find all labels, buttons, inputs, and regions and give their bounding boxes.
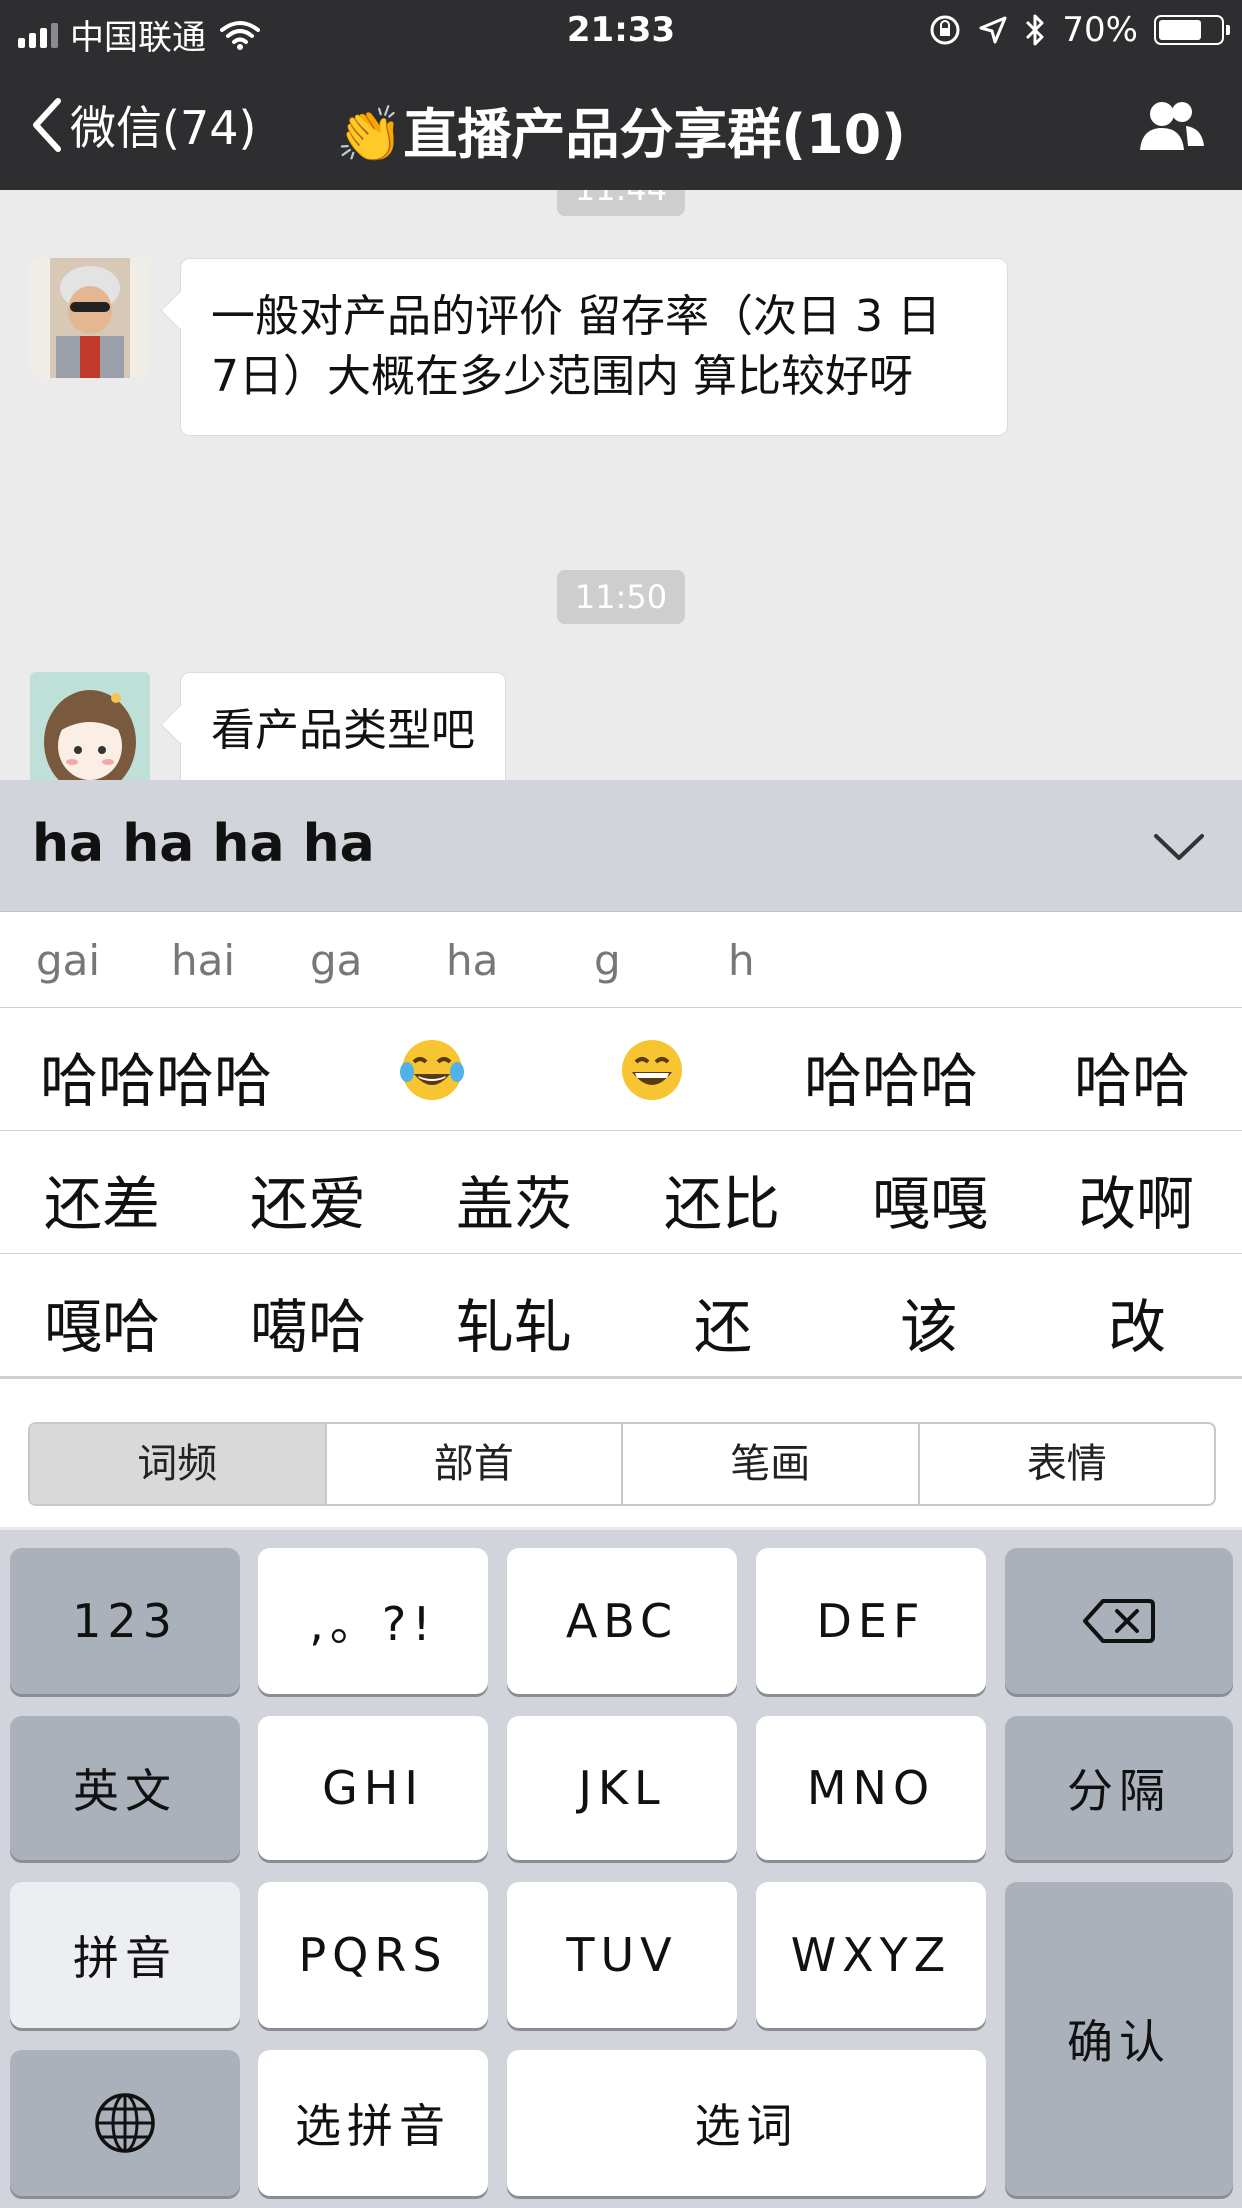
pinyin-option[interactable]: hai [171,936,235,985]
candidate-row: 哈哈哈哈 哈哈哈 哈哈 [0,1008,1242,1131]
candidate[interactable]: 还比 [664,1157,780,1241]
candidate[interactable]: 噶哈 [250,1280,366,1364]
candidate[interactable]: 盖茨 [456,1157,572,1241]
header: 中国联通 21:33 70% 微信(74) 👏直播产品分享群(10) [0,0,1242,190]
keyboard: 123 ,。?! ABC DEF 英文 GHI JKL MNO 分隔 拼音 PQ… [0,1530,1242,2208]
candidate[interactable]: 改啊 [1078,1157,1194,1241]
key-123[interactable]: 123 [10,1548,240,1694]
chat-area[interactable]: 11:44 一般对产品的评价 留存率（次日 3 日 7日）大概在多少范围内 算比… [0,190,1242,780]
key-punctuation[interactable]: ,。?! [258,1548,488,1694]
tab-emoji[interactable]: 表情 [920,1424,1215,1504]
message-bubble[interactable]: 看产品类型吧 [180,672,506,780]
avatar-image [30,672,150,780]
candidate-row: 嘎哈 噶哈 轧轧 还 该 改 [0,1254,1242,1377]
key-wxyz[interactable]: WXYZ [756,1882,986,2028]
candidate[interactable]: 还 [694,1280,752,1364]
globe-icon [95,2093,155,2153]
candidate-emoji-grin[interactable] [618,1036,686,1118]
timestamp: 11:44 [556,190,686,216]
orientation-lock-icon [930,15,960,45]
candidate[interactable]: 还爱 [250,1157,366,1241]
avatar-image [30,258,150,378]
tears-of-joy-icon [400,1040,464,1100]
tab-radical[interactable]: 部首 [327,1424,623,1504]
candidate[interactable]: 哈哈哈哈 [40,1034,272,1118]
pinyin-option[interactable]: h [728,936,755,985]
tab-frequency[interactable]: 词频 [30,1424,327,1504]
status-right: 70% [928,10,1230,50]
avatar[interactable] [30,258,150,378]
key-def[interactable]: DEF [756,1548,986,1694]
pinyin-option[interactable]: ha [446,936,498,985]
key-tuv[interactable]: TUV [507,1882,737,2028]
tab-stroke[interactable]: 笔画 [623,1424,920,1504]
avatar[interactable] [30,672,150,780]
key-separator[interactable]: 分隔 [1005,1716,1233,1860]
key-abc[interactable]: ABC [507,1548,737,1694]
chat-title: 👏直播产品分享群(10) [336,103,906,166]
candidate-emoji-laugh-tears[interactable] [398,1036,466,1118]
candidate[interactable]: 该 [900,1280,958,1364]
key-pqrs[interactable]: PQRS [258,1882,488,2028]
battery-percent: 70% [1062,10,1138,50]
key-confirm[interactable]: 确认 [1005,1882,1233,2196]
key-backspace[interactable] [1005,1548,1233,1694]
ime-composing-bar: ha ha ha ha [0,780,1242,912]
candidate[interactable]: 还差 [44,1157,160,1241]
status-bar: 中国联通 21:33 70% [0,0,1242,62]
candidate[interactable]: 改 [1108,1280,1166,1364]
key-mno[interactable]: MNO [756,1716,986,1860]
timestamp: 11:50 [556,570,686,624]
candidate[interactable]: 嘎哈 [44,1280,160,1364]
location-arrow-icon [979,16,1007,44]
composing-text: ha ha ha ha [32,814,375,874]
grinning-face-icon [622,1040,682,1100]
key-select-pinyin[interactable]: 选拼音 [258,2050,488,2196]
candidate-row: 还差 还爱 盖茨 还比 嘎嘎 改啊 [0,1131,1242,1254]
backspace-icon [1083,1599,1155,1643]
key-select-word[interactable]: 选词 [507,2050,986,2196]
chevron-down-icon[interactable] [1152,820,1206,874]
candidate[interactable]: 哈哈 [1074,1034,1190,1118]
candidate-sort-tabs: 词频 部首 笔画 表情 [28,1422,1216,1506]
candidate[interactable]: 嘎嘎 [872,1157,988,1241]
bluetooth-icon [1026,14,1044,46]
key-globe[interactable] [10,2050,240,2196]
candidate[interactable]: 哈哈哈 [804,1034,978,1118]
battery-icon [1154,15,1230,45]
key-pinyin[interactable]: 拼音 [10,1882,240,2028]
pinyin-option[interactable]: g [594,936,621,985]
battery-fill [1159,20,1201,40]
pinyin-option[interactable]: ga [310,936,362,985]
pinyin-options-row: gai hai ga ha g h [0,912,1242,1008]
candidate[interactable]: 轧轧 [456,1280,572,1364]
key-english[interactable]: 英文 [10,1716,240,1860]
nav-bar: 微信(74) 👏直播产品分享群(10) [0,62,1242,190]
group-members-icon[interactable] [1136,98,1206,154]
message-bubble[interactable]: 一般对产品的评价 留存率（次日 3 日 7日）大概在多少范围内 算比较好呀 [180,258,1008,436]
key-ghi[interactable]: GHI [258,1716,488,1860]
key-jkl[interactable]: JKL [507,1716,737,1860]
pinyin-option[interactable]: gai [36,936,100,985]
